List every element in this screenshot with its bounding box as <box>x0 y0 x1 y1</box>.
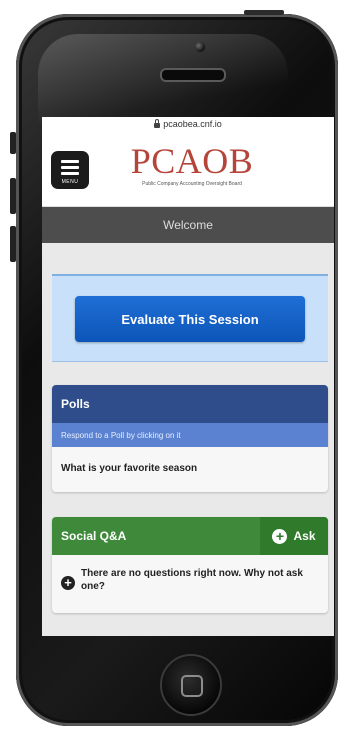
polls-card: Polls Respond to a Poll by clicking on i… <box>52 385 328 492</box>
social-qa-header: Social Q&A + Ask <box>52 517 328 555</box>
polls-header: Polls <box>52 385 328 423</box>
empty-questions-message: There are no questions right now. Why no… <box>81 568 303 592</box>
evaluate-panel: Evaluate This Session <box>52 274 328 362</box>
power-button <box>244 10 284 15</box>
volume-down-button <box>10 226 16 262</box>
plus-circle-icon: + <box>61 576 75 590</box>
mute-switch <box>10 132 16 154</box>
welcome-bar: Welcome <box>42 207 334 243</box>
evaluate-session-button[interactable]: Evaluate This Session <box>75 296 305 342</box>
home-button[interactable] <box>160 654 222 716</box>
url-text: pcaobea.cnf.io <box>163 119 222 129</box>
menu-label: MENU <box>61 179 79 185</box>
hamburger-icon <box>61 166 79 169</box>
hamburger-icon <box>61 160 79 163</box>
polls-subtitle: Respond to a Poll by clicking on it <box>61 430 181 440</box>
lock-icon <box>154 118 161 128</box>
social-qa-title: Social Q&A <box>61 529 127 543</box>
earpiece-speaker <box>160 68 226 82</box>
social-qa-body[interactable]: + There are no questions right now. Why … <box>52 555 328 613</box>
ask-label: Ask <box>293 529 316 543</box>
phone-screen: pcaobea.cnf.io MENU PCAOB Public Company… <box>42 117 334 636</box>
poll-item[interactable]: What is your favorite season <box>52 447 328 489</box>
welcome-title: Welcome <box>163 218 213 232</box>
home-square-icon <box>181 675 203 697</box>
polls-subheader: Respond to a Poll by clicking on it <box>52 423 328 447</box>
logo-subtitle: Public Company Accounting Oversight Boar… <box>142 181 242 187</box>
pcaob-logo[interactable]: PCAOB Public Company Accounting Oversigh… <box>122 143 262 187</box>
volume-up-button <box>10 178 16 214</box>
app-header: MENU PCAOB Public Company Accounting Ove… <box>42 131 334 207</box>
front-camera <box>195 42 205 52</box>
poll-item-label: What is your favorite season <box>61 462 198 474</box>
polls-title: Polls <box>61 397 90 411</box>
plus-circle-icon: + <box>272 528 288 544</box>
menu-button[interactable]: MENU <box>51 151 89 189</box>
logo-text: PCAOB <box>130 141 254 181</box>
address-bar[interactable]: pcaobea.cnf.io <box>42 117 334 131</box>
social-qa-card: Social Q&A + Ask + There are no question… <box>52 517 328 613</box>
hamburger-icon <box>61 172 79 175</box>
ask-button[interactable]: + Ask <box>260 517 328 555</box>
